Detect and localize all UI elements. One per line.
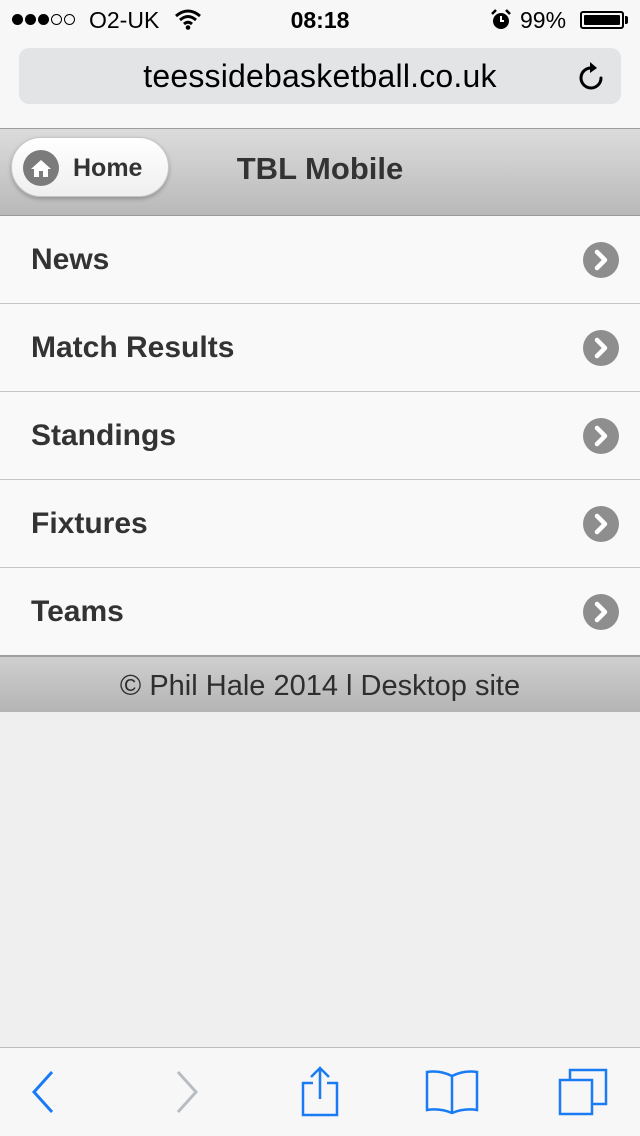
forward-icon[interactable] [172, 1070, 200, 1114]
chevron-right-icon [583, 242, 619, 278]
chevron-right-icon [583, 506, 619, 542]
home-icon [23, 150, 59, 186]
alarm-icon [491, 9, 511, 29]
browser-chrome: O2-UK 08:18 99% teessidebasketball.co.uk [0, 0, 640, 129]
footer-text[interactable]: © Phil Hale 2014 l Desktop site [0, 670, 640, 703]
chevron-right-icon [583, 330, 619, 366]
page-title: TBL Mobile [236, 151, 404, 186]
reload-icon[interactable] [577, 60, 607, 92]
nav-item-standings[interactable]: Standings [0, 392, 640, 480]
nav-item-label: Fixtures [31, 507, 148, 540]
nav-list: News Match Results Standings Fixtures Te… [0, 216, 640, 656]
battery-icon [580, 11, 624, 29]
nav-item-match-results[interactable]: Match Results [0, 304, 640, 392]
nav-item-label: News [31, 243, 110, 276]
back-icon[interactable] [30, 1070, 58, 1114]
nav-item-label: Standings [31, 419, 177, 452]
browser-toolbar [0, 1047, 640, 1136]
bookmarks-icon[interactable] [424, 1068, 480, 1116]
chevron-right-icon [583, 418, 619, 454]
battery-tip [625, 16, 628, 24]
address-bar[interactable]: teessidebasketball.co.uk [19, 48, 621, 104]
page-header: Home TBL Mobile [0, 129, 640, 216]
screen: O2-UK 08:18 99% teessidebasketball.co.uk [0, 0, 640, 1136]
nav-item-news[interactable]: News [0, 216, 640, 304]
nav-item-label: Teams [31, 595, 124, 628]
home-button-label: Home [73, 154, 143, 182]
status-bar: O2-UK 08:18 99% [0, 0, 640, 40]
nav-item-fixtures[interactable]: Fixtures [0, 480, 640, 568]
page-footer: © Phil Hale 2014 l Desktop site [0, 655, 640, 712]
share-icon[interactable] [300, 1066, 340, 1118]
chevron-right-icon [583, 594, 619, 630]
url-text[interactable]: teessidebasketball.co.uk [19, 58, 621, 95]
nav-item-label: Match Results [31, 331, 235, 364]
home-button[interactable]: Home [11, 137, 169, 197]
tabs-icon[interactable] [556, 1066, 610, 1118]
nav-item-teams[interactable]: Teams [0, 568, 640, 656]
battery-percentage: 99% [520, 7, 567, 33]
